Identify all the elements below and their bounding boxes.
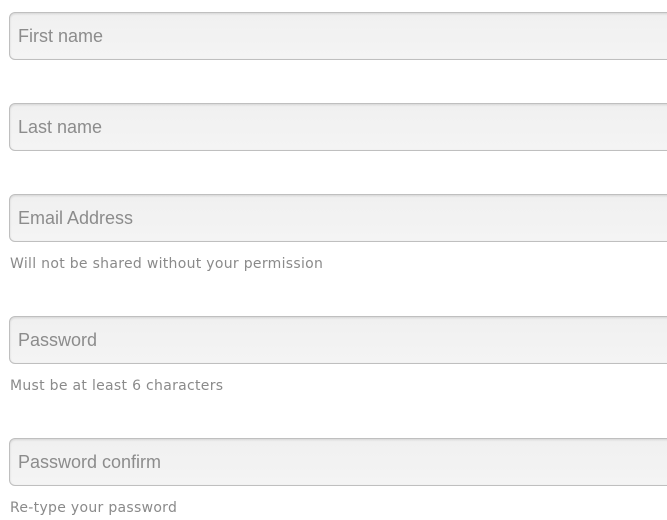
password-input[interactable] [18, 317, 667, 363]
last-name-box[interactable] [9, 103, 667, 151]
last-name-field [9, 103, 667, 151]
first-name-field [9, 12, 667, 60]
password-box[interactable] [9, 316, 667, 364]
email-box[interactable] [9, 194, 667, 242]
password-confirm-box[interactable] [9, 438, 667, 486]
password-confirm-input[interactable] [18, 439, 667, 485]
password-field [9, 316, 667, 364]
password-confirm-hint: Re-type your password [10, 500, 178, 516]
email-field [9, 194, 667, 242]
last-name-input[interactable] [18, 104, 667, 150]
password-hint: Must be at least 6 characters [10, 378, 224, 394]
password-confirm-field [9, 438, 667, 486]
email-hint: Will not be shared without your permissi… [10, 256, 324, 272]
first-name-box[interactable] [9, 12, 667, 60]
email-input[interactable] [18, 195, 667, 241]
first-name-input[interactable] [18, 13, 667, 59]
signup-form: Will not be shared without your permissi… [0, 0, 667, 520]
